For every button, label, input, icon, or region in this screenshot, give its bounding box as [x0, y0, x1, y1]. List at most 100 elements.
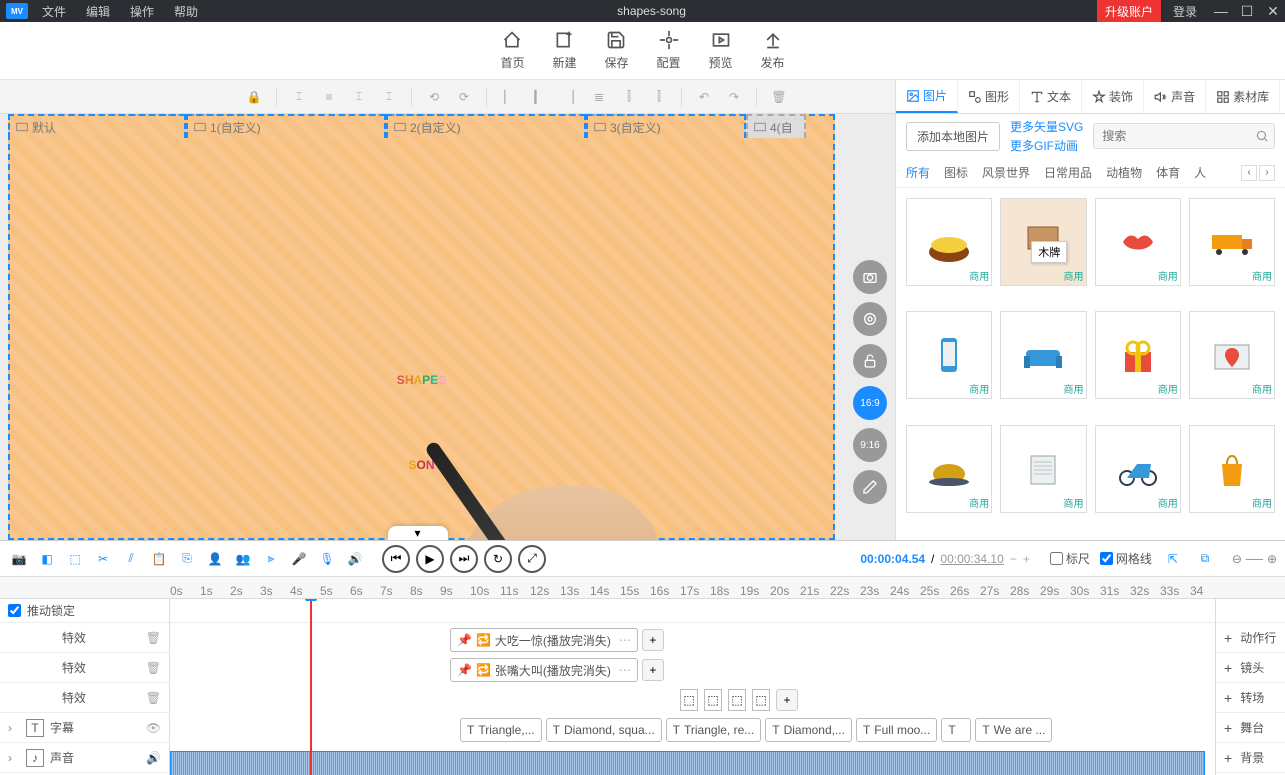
- add-lens-row[interactable]: +镜头: [1216, 653, 1285, 683]
- tab-image[interactable]: 图片: [896, 80, 958, 113]
- tl-copy-icon[interactable]: ⎘: [176, 548, 198, 570]
- add-stage-row[interactable]: +舞台: [1216, 713, 1285, 743]
- canvas-viewport[interactable]: SHAPES SON: [8, 114, 835, 540]
- zoom-out-icon[interactable]: ⊖: [1232, 552, 1242, 566]
- tab-sound[interactable]: 声音: [1144, 80, 1206, 113]
- tab-library[interactable]: 素材库: [1206, 80, 1280, 113]
- asset-bag[interactable]: 商用: [1189, 425, 1275, 513]
- cat-icon[interactable]: 图标: [944, 164, 968, 181]
- menu-action[interactable]: 操作: [122, 0, 162, 23]
- add-action-row[interactable]: +动作行: [1216, 623, 1285, 653]
- time-minus-icon[interactable]: −: [1010, 552, 1017, 566]
- cat-sports[interactable]: 体育: [1156, 164, 1180, 181]
- login-button[interactable]: 登录: [1163, 0, 1207, 23]
- asset-truck[interactable]: 商用: [1189, 198, 1275, 286]
- total-time[interactable]: 00:00:34.10: [940, 552, 1003, 566]
- align-mid-icon[interactable]: ≡: [315, 84, 343, 110]
- tl-mic-icon[interactable]: 🎤: [288, 548, 310, 570]
- asset-sofa[interactable]: 商用: [1000, 311, 1086, 399]
- marker[interactable]: ⬚: [728, 689, 746, 711]
- new-button[interactable]: 新建: [552, 30, 576, 79]
- fullscreen-button[interactable]: ⤢: [518, 545, 546, 573]
- audio-waveform[interactable]: [170, 751, 1205, 775]
- align-v1-icon[interactable]: ⫿: [615, 84, 643, 110]
- scene-tab-3[interactable]: 3(自定义): [586, 114, 746, 138]
- tl-wave-icon[interactable]: ⫸: [260, 548, 282, 570]
- delete-icon[interactable]: 🗑: [765, 84, 793, 110]
- ratio-9-16[interactable]: 9:16: [853, 428, 887, 462]
- subtitle-clip[interactable]: TTriangle,...: [460, 718, 542, 742]
- tl-paste-icon[interactable]: 📋: [148, 548, 170, 570]
- expand-icon[interactable]: ›: [8, 751, 20, 765]
- scene-tab-2[interactable]: 2(自定义): [386, 114, 586, 138]
- align-center-icon[interactable]: ▎: [525, 84, 553, 110]
- track-area[interactable]: 📌🔁大吃一惊(播放完消失)⋯+ 📌🔁张嘴大叫(播放完消失)⋯+ ⬚⬚⬚⬚+ TT…: [170, 599, 1215, 775]
- align-justify-icon[interactable]: ≣: [585, 84, 613, 110]
- menu-help[interactable]: 帮助: [166, 0, 206, 23]
- home-button[interactable]: 首页: [500, 30, 524, 79]
- cat-next-icon[interactable]: ›: [1259, 165, 1275, 181]
- delete-track-icon[interactable]: 🗑: [146, 661, 161, 675]
- tl-frame-icon[interactable]: ◧: [36, 548, 58, 570]
- lock-icon[interactable]: 🔒: [240, 84, 268, 110]
- timeline-ruler[interactable]: 0s1s2s3s4s5s6s7s8s9s10s11s12s13s14s15s16…: [0, 577, 1285, 599]
- close-icon[interactable]: ✕: [1261, 3, 1285, 20]
- cat-scenery[interactable]: 风景世界: [982, 164, 1030, 181]
- asset-gift[interactable]: 商用: [1095, 311, 1181, 399]
- menu-edit[interactable]: 编辑: [78, 0, 118, 23]
- align-dist-icon[interactable]: ⌶: [375, 84, 403, 110]
- play-button[interactable]: ▶: [416, 545, 444, 573]
- config-button[interactable]: 配置: [657, 30, 681, 79]
- subtitle-clip[interactable]: TFull moo...: [856, 718, 937, 742]
- cat-people[interactable]: 人: [1194, 164, 1206, 181]
- loop-button[interactable]: ↻: [484, 545, 512, 573]
- zoom-in-icon[interactable]: ⊕: [1267, 552, 1277, 566]
- flip-v-icon[interactable]: ⟳: [450, 84, 478, 110]
- asset-map[interactable]: 商用: [1189, 311, 1275, 399]
- preview-button[interactable]: 预览: [709, 30, 733, 79]
- tab-decor[interactable]: 装饰: [1082, 80, 1144, 113]
- cat-daily[interactable]: 日常用品: [1044, 164, 1092, 181]
- scene-tab-4[interactable]: 4(自: [746, 114, 806, 138]
- effect-clip-2[interactable]: 📌🔁张嘴大叫(播放完消失)⋯: [450, 658, 638, 682]
- tl-add-icon[interactable]: ⬚: [64, 548, 86, 570]
- add-local-image-button[interactable]: 添加本地图片: [906, 122, 1000, 151]
- expand-icon[interactable]: ›: [8, 721, 20, 735]
- tl-group-icon[interactable]: 👥: [232, 548, 254, 570]
- add-transition-row[interactable]: +转场: [1216, 683, 1285, 713]
- tl-cut-icon[interactable]: ✂: [92, 548, 114, 570]
- delete-track-icon[interactable]: 🗑: [146, 631, 161, 645]
- maximize-icon[interactable]: ☐: [1235, 3, 1259, 20]
- asset-wood-sign[interactable]: 木牌商用: [1000, 198, 1086, 286]
- ratio-16-9[interactable]: 16:9: [853, 386, 887, 420]
- align-top-icon[interactable]: ⌶: [285, 84, 313, 110]
- subtitle-clip[interactable]: TDiamond,...: [765, 718, 852, 742]
- asset-turkey[interactable]: 商用: [906, 425, 992, 513]
- publish-button[interactable]: 发布: [761, 30, 785, 79]
- asset-motorcycle[interactable]: 商用: [1095, 425, 1181, 513]
- tl-export-icon[interactable]: ⇱: [1162, 548, 1184, 570]
- ruler-checkbox[interactable]: 标尺: [1050, 550, 1090, 567]
- subtitle-clip[interactable]: TDiamond, squa...: [546, 718, 662, 742]
- asset-lips[interactable]: 商用: [1095, 198, 1181, 286]
- more-svg-link[interactable]: 更多矢量SVG: [1010, 118, 1083, 135]
- tl-speaker-icon[interactable]: 🔊: [344, 548, 366, 570]
- subtitle-clip[interactable]: TWe are ...: [975, 718, 1052, 742]
- save-button[interactable]: 保存: [604, 30, 628, 79]
- pushlock-checkbox[interactable]: [8, 604, 21, 617]
- collapse-canvas-icon[interactable]: ▾: [388, 526, 448, 540]
- undo-icon[interactable]: ↶: [690, 84, 718, 110]
- align-left-icon[interactable]: ▏: [495, 84, 523, 110]
- marker[interactable]: ⬚: [752, 689, 770, 711]
- add-bg-row[interactable]: +背景: [1216, 743, 1285, 773]
- add-clip-button[interactable]: +: [642, 629, 664, 651]
- speaker-track-icon[interactable]: 🔊: [146, 751, 161, 765]
- camera-icon[interactable]: [853, 260, 887, 294]
- subtitle-clip[interactable]: T: [941, 718, 971, 742]
- tab-text[interactable]: 文本: [1020, 80, 1082, 113]
- minimize-icon[interactable]: —: [1209, 3, 1233, 19]
- subtitle-clip[interactable]: TTriangle, re...: [666, 718, 762, 742]
- align-v2-icon[interactable]: ⫿: [645, 84, 673, 110]
- delete-track-icon[interactable]: 🗑: [146, 691, 161, 705]
- time-plus-icon[interactable]: +: [1023, 552, 1030, 566]
